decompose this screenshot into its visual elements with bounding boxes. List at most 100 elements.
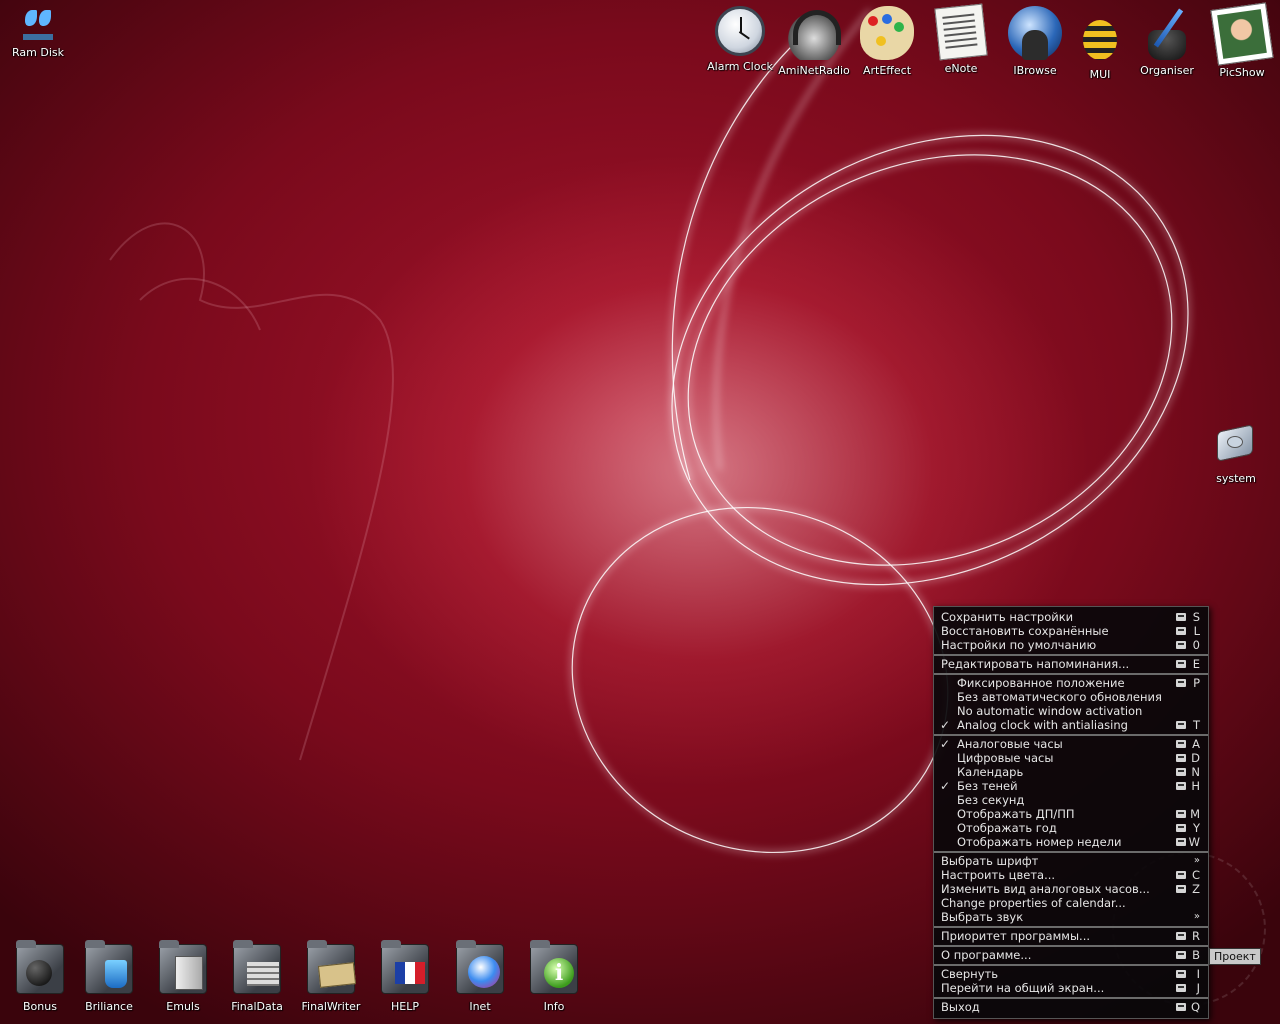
menu-item[interactable]: ✓ Без теней H bbox=[934, 779, 1208, 793]
paint-drawer-icon bbox=[83, 940, 135, 996]
menu-item-label: Редактировать напоминания... bbox=[941, 657, 1130, 671]
menu-item[interactable]: ✓ Analog clock with antialiasing T bbox=[934, 718, 1208, 732]
menu-item-label: Приоритет программы... bbox=[941, 929, 1091, 943]
enote-desktop-icon[interactable]: eNote bbox=[921, 3, 1001, 75]
menu-shortcut-key: P bbox=[1193, 676, 1200, 690]
drawer-inet[interactable]: Inet bbox=[440, 940, 520, 1013]
system-label: system bbox=[1216, 472, 1256, 485]
amiga-key-icon bbox=[1176, 660, 1186, 668]
menu-item[interactable]: Настройки по умолчанию 0 bbox=[934, 638, 1208, 652]
ram-disk-desktop-icon[interactable]: Ram Disk bbox=[0, 8, 78, 59]
menu-item[interactable]: Свернуть I bbox=[934, 967, 1208, 981]
amiga-key-icon bbox=[1176, 721, 1186, 729]
menu-shortcut-key: E bbox=[1192, 657, 1200, 671]
arteffect-desktop-icon[interactable]: ArtEffect bbox=[847, 6, 927, 77]
checkmark-icon: ✓ bbox=[940, 779, 951, 793]
menu-item[interactable]: Change properties of calendar... bbox=[934, 896, 1208, 910]
bomb-drawer-icon bbox=[14, 940, 66, 996]
menu-group: О программе... B bbox=[934, 947, 1208, 966]
menu-item[interactable]: Календарь N bbox=[934, 765, 1208, 779]
menu-shortcut-key: A bbox=[1192, 737, 1200, 751]
clock-context-menu: Сохранить настройки S Восстановить сохранё… bbox=[933, 606, 1209, 1019]
menu-item-label: Свернуть bbox=[941, 967, 998, 981]
drawer-finaldata[interactable]: FinalData bbox=[217, 940, 297, 1013]
menu-item[interactable]: Отображать ДП/ПП M bbox=[934, 807, 1208, 821]
palette-icon bbox=[860, 6, 914, 60]
drawer-bonus[interactable]: Bonus bbox=[0, 940, 80, 1013]
alarm-clock-icon bbox=[715, 6, 765, 56]
menu-item-label: Перейти на общий экран... bbox=[941, 981, 1105, 995]
drawer-briliance[interactable]: Briliance bbox=[69, 940, 149, 1013]
menu-item-label: Отображать год bbox=[957, 821, 1057, 835]
books-drawer-icon bbox=[231, 940, 283, 996]
menu-shortcut-key: I bbox=[1196, 967, 1200, 981]
globe-drawer-icon bbox=[454, 940, 506, 996]
menu-shortcut-key: T bbox=[1192, 718, 1200, 732]
menu-item[interactable]: Отображать год Y bbox=[934, 821, 1208, 835]
menu-item[interactable]: Перейти на общий экран... J bbox=[934, 981, 1208, 995]
menu-item[interactable]: Приоритет программы... R bbox=[934, 929, 1208, 943]
drawer-help[interactable]: HELP bbox=[365, 940, 445, 1013]
amiga-key-icon bbox=[1176, 932, 1186, 940]
menu-item[interactable]: Настроить цвета... C bbox=[934, 868, 1208, 882]
drawer-briliance-label: Briliance bbox=[85, 1000, 133, 1013]
menu-item[interactable]: Выход Q bbox=[934, 1000, 1208, 1014]
drawer-bonus-label: Bonus bbox=[23, 1000, 57, 1013]
info-drawer-icon: i bbox=[528, 940, 580, 996]
menu-item[interactable]: Отображать номер недели W bbox=[934, 835, 1208, 849]
amiga-key-icon bbox=[1176, 740, 1186, 748]
menu-item[interactable]: Восстановить сохранённые L bbox=[934, 624, 1208, 638]
menu-item-label: Сохранить настройки bbox=[941, 610, 1074, 624]
menu-group: Выбрать шрифт» Настроить цвета... C Изменит… bbox=[934, 853, 1208, 928]
menu-item-label: Без секунд bbox=[957, 793, 1025, 807]
menu-item[interactable]: О программе... B bbox=[934, 948, 1208, 962]
menu-item[interactable]: Выбрать шрифт » bbox=[934, 854, 1208, 868]
menu-group: Выход Q bbox=[934, 999, 1208, 1016]
menu-item[interactable]: Цифровые часы D bbox=[934, 751, 1208, 765]
menu-item[interactable]: Выбрать звук » bbox=[934, 910, 1208, 924]
alarm-clock-desktop-icon[interactable]: Alarm Clock bbox=[700, 6, 780, 73]
organiser-label: Organiser bbox=[1140, 64, 1194, 77]
menu-item-label: Настройки по умолчанию bbox=[941, 638, 1097, 652]
menu-item-label: Фиксированное положение bbox=[957, 676, 1125, 690]
menu-item[interactable]: Сохранить настройки S bbox=[934, 610, 1208, 624]
submenu-arrow-icon: » bbox=[1193, 855, 1200, 866]
menu-item[interactable]: Без секунд bbox=[934, 793, 1208, 807]
drawer-info[interactable]: i Info bbox=[514, 940, 594, 1013]
menu-group: Фиксированное положение P Без автоматическ… bbox=[934, 675, 1208, 736]
menu-shortcut-key: B bbox=[1192, 948, 1200, 962]
enote-label: eNote bbox=[944, 62, 978, 75]
picshow-desktop-icon[interactable]: PicShow bbox=[1202, 2, 1280, 79]
menu-item[interactable]: Без автоматического обновления bbox=[934, 690, 1208, 704]
organiser-desktop-icon[interactable]: Organiser bbox=[1127, 6, 1207, 77]
ram-disk-label: Ram Disk bbox=[12, 46, 64, 59]
aminetradio-desktop-icon[interactable]: AmiNetRadio bbox=[774, 6, 854, 77]
menu-shortcut-key: Z bbox=[1192, 882, 1200, 896]
menu-item-label: Без теней bbox=[957, 779, 1018, 793]
menu-group: Приоритет программы... R bbox=[934, 928, 1208, 947]
menu-item-label: Analog clock with antialiasing bbox=[957, 718, 1128, 732]
drawer-finaldata-label: FinalData bbox=[231, 1000, 283, 1013]
menu-item[interactable]: Редактировать напоминания... E bbox=[934, 657, 1208, 671]
menu-item-label: Выход bbox=[941, 1000, 980, 1014]
menu-item-label: Change properties of calendar... bbox=[941, 896, 1126, 910]
menu-shortcut-key: J bbox=[1196, 981, 1200, 995]
papers-drawer-icon bbox=[305, 940, 357, 996]
system-disk-desktop-icon[interactable]: system bbox=[1196, 424, 1276, 485]
globe-icon bbox=[1008, 6, 1062, 60]
drawer-emuls[interactable]: Emuls bbox=[143, 940, 223, 1013]
flag-drawer-icon bbox=[379, 940, 431, 996]
menu-item-label: Отображать ДП/ПП bbox=[957, 807, 1075, 821]
menu-item[interactable]: ✓ Аналоговые часы A bbox=[934, 737, 1208, 751]
desktop-background[interactable]: Ram Disk Alarm Clock AmiNetRadio ArtEffe… bbox=[0, 0, 1280, 1024]
drawer-finalwriter[interactable]: FinalWriter bbox=[291, 940, 371, 1013]
menu-item[interactable]: No automatic window activation bbox=[934, 704, 1208, 718]
menu-item[interactable]: Изменить вид аналоговых часов... Z bbox=[934, 882, 1208, 896]
amiga-key-icon bbox=[1176, 1003, 1186, 1011]
menu-group: Свернуть I Перейти на общий экран... J bbox=[934, 966, 1208, 999]
menu-item[interactable]: Фиксированное положение P bbox=[934, 676, 1208, 690]
amiga-key-icon bbox=[1176, 613, 1186, 621]
amiga-key-icon bbox=[1176, 627, 1186, 635]
amiga-key-icon bbox=[1176, 679, 1186, 687]
amiga-key-icon bbox=[1176, 984, 1186, 992]
